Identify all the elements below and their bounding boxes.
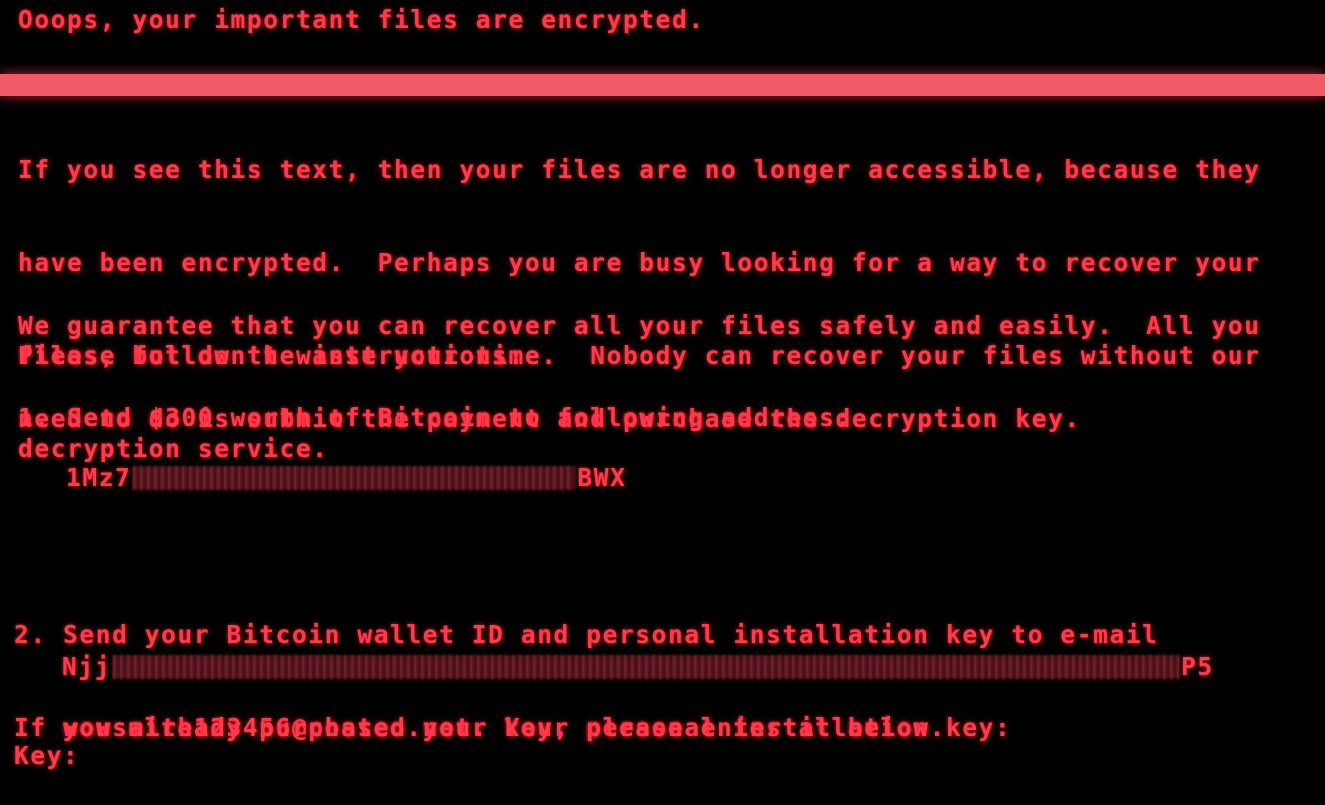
installation-key-prefix: Njj bbox=[62, 652, 112, 681]
guarantee-line: We guarantee that you can recover all yo… bbox=[18, 311, 1261, 340]
guarantee-paragraph: We guarantee that you can recover all yo… bbox=[18, 248, 1261, 496]
already-purchased-text: If you already purchased your key, pleas… bbox=[14, 713, 946, 742]
redacted-key-blur bbox=[113, 654, 1180, 679]
redacted-address-blur bbox=[133, 465, 576, 490]
installation-key: Njj P5 bbox=[62, 651, 1214, 682]
instructions-label: Please follow the instructions: bbox=[18, 341, 525, 370]
intro-line: If you see this text, then your files ar… bbox=[18, 155, 1261, 184]
step-1-text: 1. Send $300 worth of Bitcoin to followi… bbox=[18, 403, 852, 432]
bitcoin-address-suffix: BWX bbox=[577, 463, 627, 492]
bitcoin-address-prefix: 1Mz7 bbox=[66, 463, 132, 492]
step-2-line: 2. Send your Bitcoin wallet ID and perso… bbox=[14, 620, 1159, 649]
installation-key-suffix: P5 bbox=[1181, 652, 1214, 681]
key-input-prompt[interactable]: Key: bbox=[14, 740, 79, 771]
bitcoin-address: 1Mz7 BWX bbox=[66, 462, 626, 493]
ransom-heading: Ooops, your important files are encrypte… bbox=[18, 5, 705, 34]
